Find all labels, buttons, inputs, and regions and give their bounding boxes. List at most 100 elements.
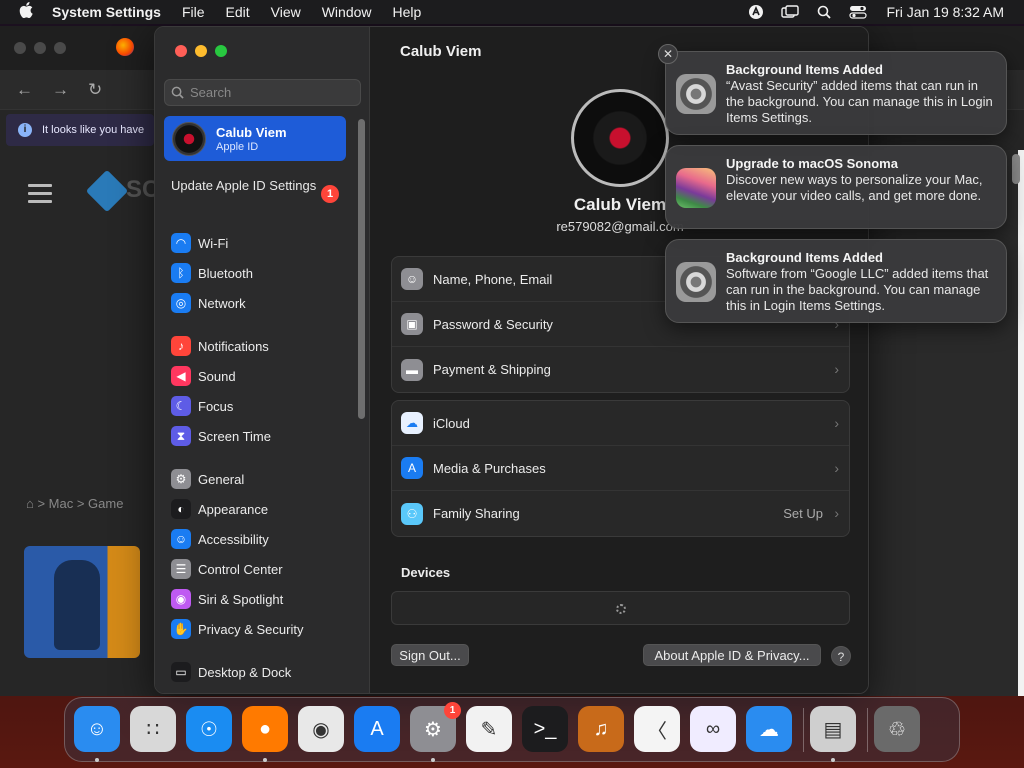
reload-icon[interactable]: ↻ [88, 80, 102, 100]
sidebar-scrollbar[interactable] [358, 119, 365, 419]
page-scrollbar[interactable] [1012, 154, 1020, 184]
safari-icon[interactable]: ☉ [186, 706, 232, 752]
forward-arrow-icon[interactable]: → [52, 80, 69, 100]
settings-sidebar: Calub Viem Apple ID Update Apple ID Sett… [155, 27, 370, 693]
row-icloud[interactable]: ☁ iCloud › [392, 401, 849, 446]
sidebar-item-bluetooth[interactable]: ᛒ Bluetooth [171, 258, 253, 288]
sidebar-item-apple-id[interactable]: Calub Viem Apple ID [164, 116, 346, 161]
sidebar-item-label: Privacy & Security [198, 621, 304, 637]
vscode-icon[interactable]: 〈 [634, 706, 680, 752]
notification-body: Software from “Google LLC” added items t… [726, 266, 989, 313]
gear-icon: ⚙ [171, 469, 191, 489]
sidebar-search[interactable] [164, 79, 361, 106]
sidebar-item-label: Desktop & Dock [198, 664, 292, 680]
sidebar-item-privacy-security[interactable]: ✋ Privacy & Security [171, 614, 303, 644]
notification-title: Background Items Added [726, 62, 883, 77]
sidebar-item-general[interactable]: ⚙ General [171, 464, 303, 494]
siri-icon: ◉ [171, 589, 191, 609]
row-label: Payment & Shipping [433, 362, 551, 377]
trash-icon[interactable]: ♲ [874, 706, 920, 752]
firefox-icon[interactable]: ● [242, 706, 288, 752]
row-label: iCloud [433, 415, 470, 431]
window-minimize-button[interactable] [195, 45, 207, 57]
finder-icon[interactable]: ☺ [74, 706, 120, 752]
site-breadcrumb[interactable]: ⌂ > Mac > Game [26, 496, 123, 511]
sidebar-item-notifications[interactable]: ♪ Notifications [171, 331, 271, 361]
terminal-icon[interactable]: >_ [522, 706, 568, 752]
sidebar-item-focus[interactable]: ☾ Focus [171, 391, 271, 421]
visual-studio-icon[interactable]: ∞ [690, 706, 736, 752]
control-center-icon[interactable] [848, 4, 868, 20]
running-indicator [431, 758, 435, 762]
notification-avast[interactable]: Background Items Added “Avast Security” … [665, 51, 1007, 135]
window-zoom-button[interactable] [215, 45, 227, 57]
avast-icon[interactable] [746, 4, 766, 20]
window-close-button[interactable] [175, 45, 187, 57]
browser-zoom-button[interactable] [54, 42, 66, 54]
sign-out-button[interactable]: Sign Out... [391, 644, 469, 666]
dock-icon: ▭ [171, 662, 191, 682]
row-payment-shipping[interactable]: ▬ Payment & Shipping › [392, 347, 849, 392]
menu-help[interactable]: Help [393, 4, 422, 20]
hamburger-menu-icon[interactable] [28, 184, 52, 208]
dock-separator [867, 708, 868, 752]
accessibility-icon: ☺ [171, 529, 191, 549]
notification-sonoma[interactable]: Upgrade to macOS Sonoma Discover new way… [665, 145, 1007, 229]
apple-menu-icon[interactable] [0, 2, 52, 22]
update-badge: 1 [321, 185, 339, 203]
chrome-icon[interactable]: ◉ [298, 706, 344, 752]
sidebar-item-network[interactable]: ◎ Network [171, 288, 253, 318]
weather-icon[interactable]: ☁ [746, 706, 792, 752]
menu-window[interactable]: Window [322, 4, 372, 20]
sidebar-group-general: ⚙ General ◐ Appearance ☺ Accessibility ☰ Contro… [171, 464, 303, 644]
sidebar-item-wi-fi[interactable]: ◠ Wi-Fi [171, 228, 253, 258]
bell-icon: ♪ [171, 336, 191, 356]
sidebar-item-label: Notifications [198, 338, 269, 354]
notification-close-button[interactable]: ✕ [658, 44, 678, 64]
launchpad-icon[interactable]: ∷ [130, 706, 176, 752]
sidebar-item-update-apple-id[interactable]: Update Apple ID Settings [171, 178, 341, 194]
sidebar-item-accessibility[interactable]: ☺ Accessibility [171, 524, 303, 554]
textedit-icon[interactable]: ✎ [466, 706, 512, 752]
row-family-sharing[interactable]: ⚇ Family Sharing Set Up › [392, 491, 849, 536]
sidebar-item-desktop-dock[interactable]: ▭ Desktop & Dock [171, 657, 291, 687]
menu-view[interactable]: View [271, 4, 301, 20]
about-apple-id-button[interactable]: About Apple ID & Privacy... [643, 644, 821, 666]
browser-minimize-button[interactable] [34, 42, 46, 54]
display-mirror-icon[interactable] [780, 4, 800, 20]
sidebar-item-label: Appearance [198, 501, 269, 517]
browser-close-button[interactable] [14, 42, 26, 54]
sidebar-item-control-center[interactable]: ☰ Control Center [171, 554, 303, 584]
services-card: ☁ iCloud › A Media & Purchases › ⚇ Family Shari… [391, 400, 850, 537]
spotlight-search-icon[interactable] [814, 4, 834, 20]
sidebar-item-screen-time[interactable]: ⧗ Screen Time [171, 421, 271, 451]
garageband-icon[interactable]: ♫ [578, 706, 624, 752]
sidebar-item-siri-spotlight[interactable]: ◉ Siri & Spotlight [171, 584, 303, 614]
devices-list [391, 591, 850, 625]
installer-icon[interactable]: ▤ [810, 706, 856, 752]
menu-file[interactable]: File [182, 4, 205, 20]
help-button[interactable]: ? [831, 646, 851, 666]
back-arrow-icon[interactable]: ← [16, 80, 33, 100]
sidebar-item-appearance[interactable]: ◐ Appearance [171, 494, 303, 524]
loading-spinner-icon [616, 604, 626, 614]
row-media-purchases[interactable]: A Media & Purchases › [392, 446, 849, 491]
chevron-right-icon: › [834, 415, 839, 431]
running-indicator [831, 758, 835, 762]
wifi-icon: ◠ [171, 233, 191, 253]
menu-clock[interactable]: Fri Jan 19 8:32 AM [886, 4, 1004, 20]
notification-google[interactable]: Background Items Added Software from “Go… [665, 239, 1007, 323]
sidebar-item-sound[interactable]: ◀ Sound [171, 361, 271, 391]
profile-avatar[interactable] [571, 89, 669, 187]
sidebar-group-notifications: ♪ Notifications ◀ Sound ☾ Focus ⧗ Screen Time [171, 331, 271, 451]
menu-app-name[interactable]: System Settings [52, 4, 161, 20]
firefox-tab-icon[interactable] [116, 38, 134, 56]
account-name: Calub Viem [216, 124, 287, 140]
globe-icon: ◎ [171, 293, 191, 313]
game-thumbnail[interactable] [24, 546, 140, 658]
sidebar-group-desktop: ▭ Desktop & Dock [171, 657, 291, 687]
search-input[interactable] [190, 85, 350, 100]
app-store-icon[interactable]: A [354, 706, 400, 752]
menu-edit[interactable]: Edit [226, 4, 250, 20]
dock: ☺ ∷ ☉ ● ◉ A ⚙ 1 ✎ >_ ♫ 〈 ∞ ☁ ▤ ♲ [64, 697, 960, 762]
